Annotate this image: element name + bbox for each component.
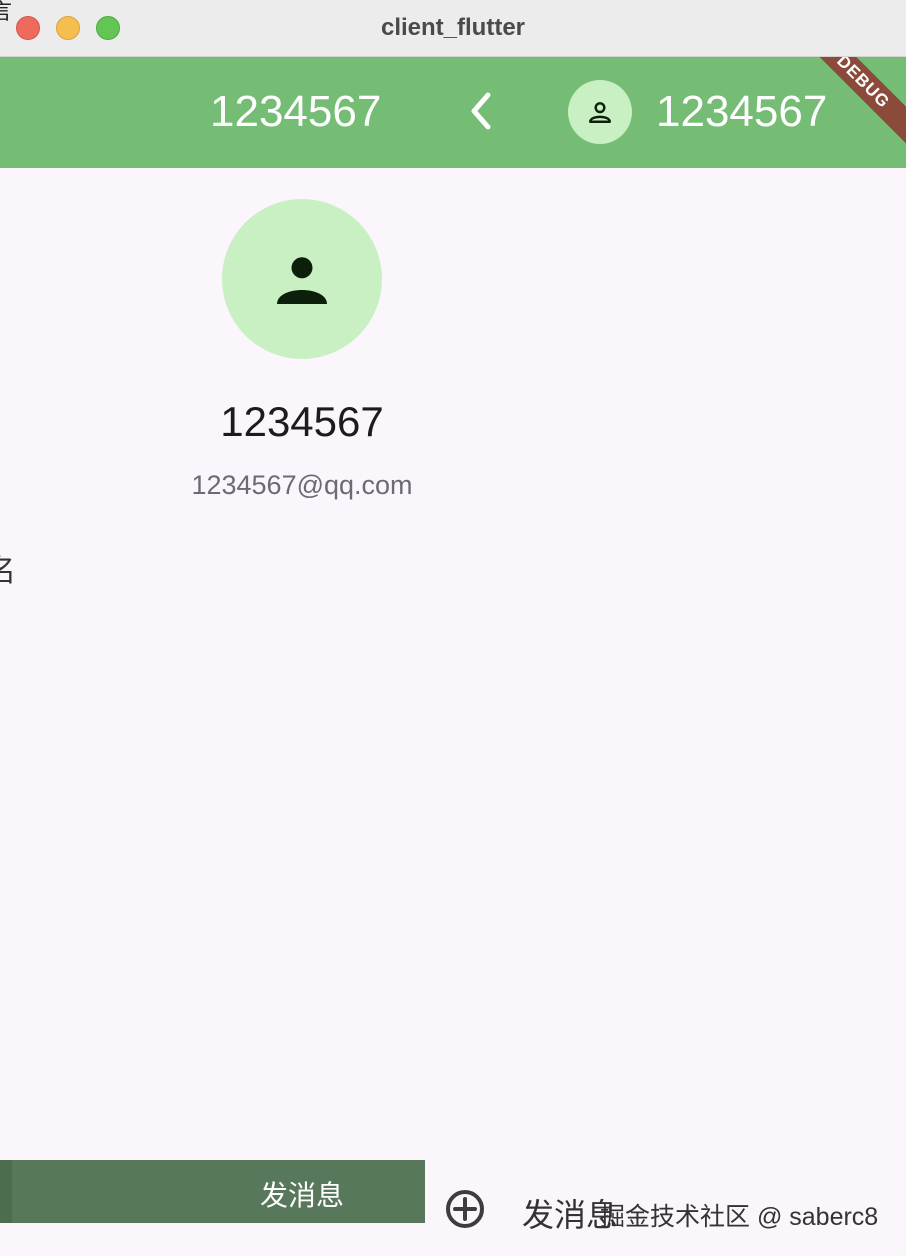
app-bar-avatar[interactable]	[568, 80, 632, 144]
app-bar-title-left: 1234567	[210, 87, 382, 136]
profile-email: 1234567@qq.com	[191, 470, 413, 500]
person-icon	[277, 257, 327, 304]
app-bar-title-right: 1234567	[656, 87, 828, 136]
send-message-label: 发消息	[259, 1180, 344, 1211]
chevron-left-icon	[471, 92, 491, 130]
app-bar: 1234567 1234567 DEBUG	[0, 57, 906, 168]
clipped-text-mid: 名	[0, 555, 16, 588]
back-button[interactable]	[460, 89, 504, 133]
window-title: client_flutter	[380, 14, 526, 41]
clipped-text-top: 言	[0, 0, 13, 24]
profile-name: 1234567	[220, 398, 384, 445]
person-icon	[589, 102, 611, 123]
add-circle-icon[interactable]	[444, 1188, 486, 1230]
window-title-bar: client_flutter	[0, 0, 906, 57]
watermark: 掘金技术社区 @ saberc8	[600, 1203, 879, 1231]
profile-avatar	[222, 199, 382, 359]
